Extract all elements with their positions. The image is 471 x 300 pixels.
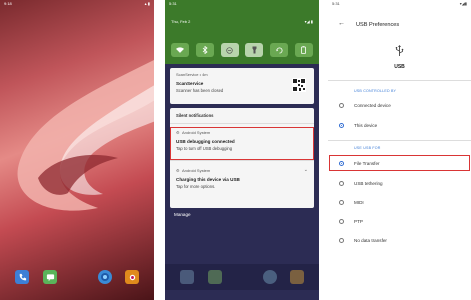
dimmed-dock <box>165 264 319 290</box>
home-screen: 9:18 ▴ ▮ <box>0 0 154 300</box>
radio-button[interactable] <box>339 200 344 205</box>
option-usb-tethering[interactable]: USB tethering <box>328 178 471 192</box>
status-time: 5:31 <box>332 1 340 6</box>
status-bar: 9:18 ▴ ▮ <box>0 0 154 10</box>
radio-button[interactable] <box>339 238 344 243</box>
option-connected-device[interactable]: Connected device <box>328 100 471 114</box>
header-date: Thu, Feb 2 <box>171 19 191 24</box>
option-label: Connected device <box>354 103 391 108</box>
camera-icon[interactable] <box>125 270 139 284</box>
divider <box>328 140 471 141</box>
silent-notifications-header: Silent notifications <box>176 113 214 118</box>
dnd-icon[interactable] <box>220 43 239 57</box>
browser-icon <box>263 270 277 284</box>
battery-saver-icon[interactable] <box>294 43 313 57</box>
radio-button[interactable] <box>339 181 344 186</box>
option-label: USB tethering <box>354 181 383 186</box>
option-ptp[interactable]: PTP <box>328 216 471 230</box>
bluetooth-icon[interactable] <box>195 43 214 57</box>
message-icon[interactable] <box>43 270 57 284</box>
option-label: MIDI <box>354 200 364 205</box>
notification-title: ScanService <box>176 81 204 86</box>
notification-body: Tap for more options. <box>176 184 216 189</box>
option-midi[interactable]: MIDI <box>328 197 471 211</box>
usb-hero: USB <box>328 44 471 78</box>
usb-icon <box>395 45 404 56</box>
status-icons: ▾◢▮ <box>459 1 467 6</box>
option-no-data-transfer[interactable]: No data transfer <box>328 235 471 249</box>
divider <box>170 160 314 161</box>
usb-preferences-screen: 5:31 ▾◢▮ ← USB Preferences USB USB CONTR… <box>328 0 471 300</box>
qr-code-icon <box>292 78 306 92</box>
notification-title: Charging this device via USB <box>176 177 240 182</box>
message-icon <box>208 270 222 284</box>
home-dock <box>0 264 154 290</box>
status-time: 9:18 <box>4 1 12 6</box>
manage-button[interactable]: Manage <box>174 212 191 217</box>
scan-service-notification[interactable]: ScanService • 4m ScanService Scanner has… <box>170 68 314 104</box>
flashlight-icon[interactable] <box>245 43 264 57</box>
radio-button-selected[interactable] <box>339 123 344 128</box>
phone-icon <box>180 270 194 284</box>
quick-tiles-row <box>171 43 313 57</box>
radio-button[interactable] <box>339 219 344 224</box>
notification-app-name: ScanService • 4m <box>176 72 208 77</box>
option-label: No data transfer <box>354 238 387 243</box>
divider <box>170 123 314 124</box>
notification-body: Scanner has been closed <box>176 88 224 93</box>
wallpaper-swirl <box>17 59 154 211</box>
option-label: This device <box>354 123 378 128</box>
notification-app-name: Android System <box>182 168 211 173</box>
app-bar: ← USB Preferences <box>328 18 471 32</box>
status-icons: ▴ ▮ <box>144 1 150 6</box>
option-this-device[interactable]: This device <box>328 120 471 134</box>
camera-icon <box>290 270 304 284</box>
file-transfer-highlight <box>329 155 470 171</box>
radio-button[interactable] <box>339 103 344 108</box>
status-time: 5:31 <box>169 1 177 6</box>
wifi-icon[interactable] <box>171 43 189 57</box>
option-label: PTP <box>354 219 363 224</box>
section-header-use-usb-for: USE USB FOR <box>354 146 381 150</box>
back-arrow-icon[interactable]: ← <box>338 20 345 27</box>
quick-settings-panel: Thu, Feb 2 ▾◢ ▮ <box>165 10 319 64</box>
rotate-icon[interactable] <box>270 43 289 57</box>
notification-shade: 5:31 Thu, Feb 2 ▾◢ ▮ ScanService • 4m Sc… <box>165 0 319 300</box>
status-bar: 5:31 ▾◢▮ <box>328 0 471 10</box>
phone-icon[interactable] <box>15 270 29 284</box>
android-system-icon: ⚙ <box>176 168 180 173</box>
section-header-controlled-by: USB CONTROLLED BY <box>354 89 397 93</box>
hero-label: USB <box>394 64 405 70</box>
divider <box>328 80 471 81</box>
usb-debugging-highlight <box>170 127 314 160</box>
status-bar: 5:31 <box>165 0 319 10</box>
usb-charging-notification[interactable]: ⚙ Android System ⌄ Charging this device … <box>170 164 314 198</box>
expand-chevron-icon[interactable]: ⌄ <box>304 167 308 173</box>
header-icons: ▾◢ ▮ <box>304 19 313 24</box>
page-title: USB Preferences <box>356 22 400 28</box>
browser-icon[interactable] <box>98 270 112 284</box>
